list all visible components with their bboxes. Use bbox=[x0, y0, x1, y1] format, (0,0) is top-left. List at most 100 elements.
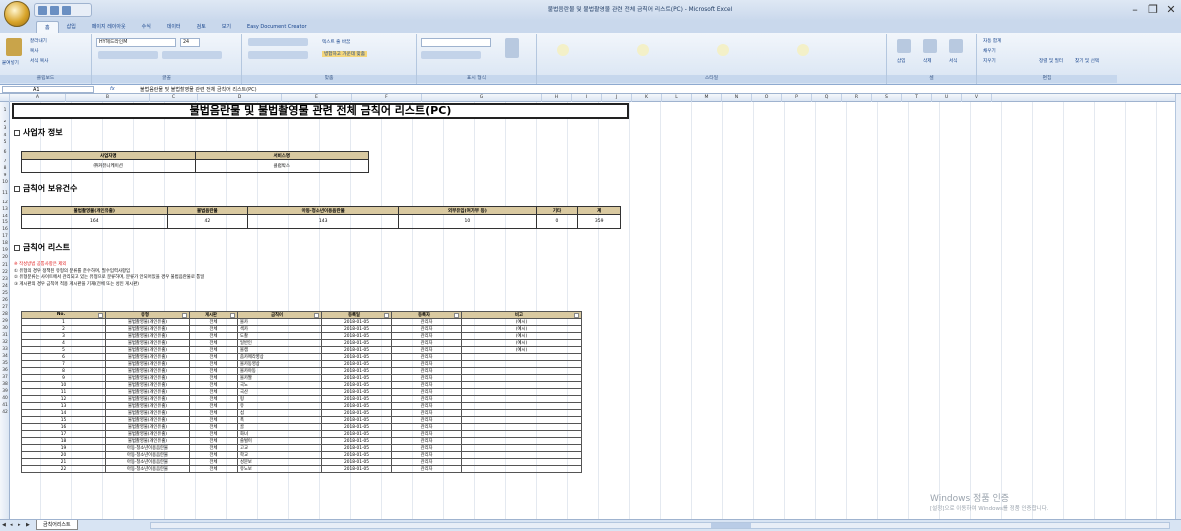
table-cell[interactable]: 섹카 bbox=[237, 325, 322, 333]
name-box[interactable]: A1 bbox=[2, 86, 94, 93]
column-header[interactable]: B bbox=[66, 94, 150, 102]
table-cell[interactable] bbox=[461, 437, 582, 445]
table-cell[interactable] bbox=[461, 423, 582, 431]
table-cell[interactable] bbox=[461, 388, 582, 396]
table-cell[interactable] bbox=[461, 444, 582, 452]
table-cell[interactable]: 관리자 bbox=[391, 451, 462, 459]
table-cell[interactable]: 불법촬영물(개인유출) bbox=[105, 409, 190, 417]
table-cell[interactable]: 15 bbox=[21, 416, 106, 424]
row-header[interactable]: 21 bbox=[0, 262, 10, 269]
table-cell[interactable]: 섭 bbox=[237, 409, 322, 417]
table-cell[interactable]: 2018-01-05 bbox=[321, 318, 392, 326]
table-cell[interactable]: 2018-01-05 bbox=[321, 458, 392, 466]
table-cell[interactable]: 불법촬영물(개인유출) bbox=[105, 430, 190, 438]
table-cell[interactable] bbox=[461, 360, 582, 368]
table-cell[interactable]: 2018-01-05 bbox=[321, 388, 392, 396]
table-cell[interactable]: 전체 bbox=[189, 346, 238, 354]
table-cell[interactable]: 관리자 bbox=[391, 367, 462, 375]
table-cell[interactable]: 불법촬영물(개인유출) bbox=[105, 332, 190, 340]
table-cell[interactable] bbox=[461, 409, 582, 417]
table-cell[interactable]: 관리자 bbox=[391, 437, 462, 445]
horizontal-scrollbar[interactable] bbox=[150, 522, 1170, 529]
table-cell[interactable]: 관리자 bbox=[391, 374, 462, 382]
table-cell[interactable]: 관리자 bbox=[391, 318, 462, 326]
table-cell[interactable]: 전체 bbox=[189, 451, 238, 459]
table-cell[interactable] bbox=[461, 402, 582, 410]
row-header[interactable]: 16 bbox=[0, 226, 10, 233]
table-cell[interactable] bbox=[461, 451, 582, 459]
align-icons[interactable] bbox=[248, 38, 308, 46]
table-cell[interactable]: 전체 bbox=[189, 423, 238, 431]
table-cell[interactable]: 몰카 bbox=[237, 318, 322, 326]
column-header[interactable]: G bbox=[422, 94, 542, 102]
table-cell[interactable]: 관리자 bbox=[391, 416, 462, 424]
font-style-icons[interactable] bbox=[98, 51, 158, 59]
table-cell[interactable]: 2018-01-05 bbox=[321, 437, 392, 445]
font-name-select[interactable]: HY헤드라인M bbox=[96, 38, 176, 47]
table-cell[interactable]: 전체 bbox=[189, 437, 238, 445]
table-cell[interactable]: 불법촬영물(개인유출) bbox=[105, 318, 190, 326]
table-cell[interactable]: 전체 bbox=[189, 353, 238, 361]
undo-icon[interactable] bbox=[50, 5, 59, 15]
table-cell[interactable]: 11 bbox=[21, 388, 106, 396]
table-cell[interactable]: 불법촬영물(개인유출) bbox=[105, 325, 190, 333]
row-header[interactable]: 31 bbox=[0, 332, 10, 339]
find-select-button[interactable]: 찾기 및 선택 bbox=[1075, 58, 1099, 64]
table-cell[interactable] bbox=[461, 395, 582, 403]
table-cell[interactable]: 6 bbox=[21, 353, 106, 361]
tab-page-layout[interactable]: 페이지 레이아웃 bbox=[84, 21, 134, 33]
save-icon[interactable] bbox=[38, 5, 47, 15]
table-cell[interactable]: 2018-01-05 bbox=[321, 451, 392, 459]
table-cell[interactable]: 전체 bbox=[189, 374, 238, 382]
table-cell[interactable]: 2018-01-05 bbox=[321, 339, 392, 347]
table-cell[interactable]: 골 bbox=[237, 423, 322, 431]
prev-sheet-icon[interactable]: ◂ bbox=[10, 522, 16, 528]
style-icon[interactable] bbox=[637, 44, 649, 56]
table-cell[interactable]: 불법촬영물(개인유출) bbox=[105, 437, 190, 445]
table-cell[interactable]: 2018-01-05 bbox=[321, 332, 392, 340]
table-cell[interactable]: 몰카짤 bbox=[237, 374, 322, 382]
insert-button[interactable]: 삽입 bbox=[897, 58, 905, 64]
column-header[interactable]: N bbox=[722, 94, 752, 102]
row-header[interactable]: 25 bbox=[0, 290, 10, 297]
table-cell[interactable]: 불법촬영물(개인유출) bbox=[105, 339, 190, 347]
table-cell[interactable]: ㈜커뮤니케이션 bbox=[21, 159, 196, 173]
border-fill-icons[interactable] bbox=[162, 51, 222, 59]
table-cell[interactable]: 일반인 bbox=[237, 339, 322, 347]
format-icon[interactable] bbox=[949, 39, 963, 53]
formula-input[interactable]: 불법음란물 및 불법촬영물 관련 전체 금칙어 리스트(PC) bbox=[140, 86, 257, 93]
table-cell[interactable]: 2018-01-05 bbox=[321, 409, 392, 417]
filter-dropdown-icon[interactable] bbox=[454, 312, 459, 318]
table-cell[interactable]: 불법촬영물(개인유출) bbox=[105, 395, 190, 403]
minimize-icon[interactable]: – bbox=[1128, 3, 1142, 17]
table-cell[interactable]: 10 bbox=[21, 381, 106, 389]
table-cell[interactable]: 164 bbox=[21, 214, 168, 229]
office-button[interactable] bbox=[4, 1, 30, 27]
table-cell[interactable]: 관리자 bbox=[391, 465, 462, 473]
table-cell[interactable] bbox=[461, 416, 582, 424]
table-cell[interactable]: 17 bbox=[21, 430, 106, 438]
format-button[interactable]: 서식 bbox=[949, 58, 957, 64]
last-sheet-icon[interactable]: ▶ bbox=[26, 522, 32, 528]
row-header[interactable]: 39 bbox=[0, 388, 10, 395]
table-cell[interactable]: 아동·청소년이용음란물 bbox=[105, 451, 190, 459]
table-cell[interactable]: 전체 bbox=[189, 465, 238, 473]
table-cell[interactable]: 2018-01-05 bbox=[321, 423, 392, 431]
paste-icon[interactable] bbox=[6, 38, 22, 56]
table-cell[interactable]: 관리자 bbox=[391, 423, 462, 431]
paste-button[interactable]: 붙여넣기 bbox=[2, 60, 19, 66]
row-header[interactable]: 30 bbox=[0, 325, 10, 332]
fill-button[interactable]: 채우기 bbox=[983, 48, 996, 54]
row-header[interactable]: 1 bbox=[0, 102, 10, 120]
table-cell[interactable]: 2018-01-05 bbox=[321, 374, 392, 382]
table-cell[interactable]: 불법촬영물(개인유출) bbox=[105, 381, 190, 389]
row-header[interactable]: 24 bbox=[0, 283, 10, 290]
table-cell[interactable]: 관리자 bbox=[391, 395, 462, 403]
tab-data[interactable]: 데이터 bbox=[159, 21, 189, 33]
table-cell[interactable]: 쓸벌이 bbox=[237, 437, 322, 445]
table-cell[interactable]: 줌카메라영상 bbox=[237, 353, 322, 361]
column-header[interactable]: R bbox=[842, 94, 872, 102]
table-cell[interactable] bbox=[461, 458, 582, 466]
copy-button[interactable]: 복사 bbox=[30, 48, 38, 54]
vertical-scrollbar[interactable] bbox=[1175, 94, 1181, 519]
